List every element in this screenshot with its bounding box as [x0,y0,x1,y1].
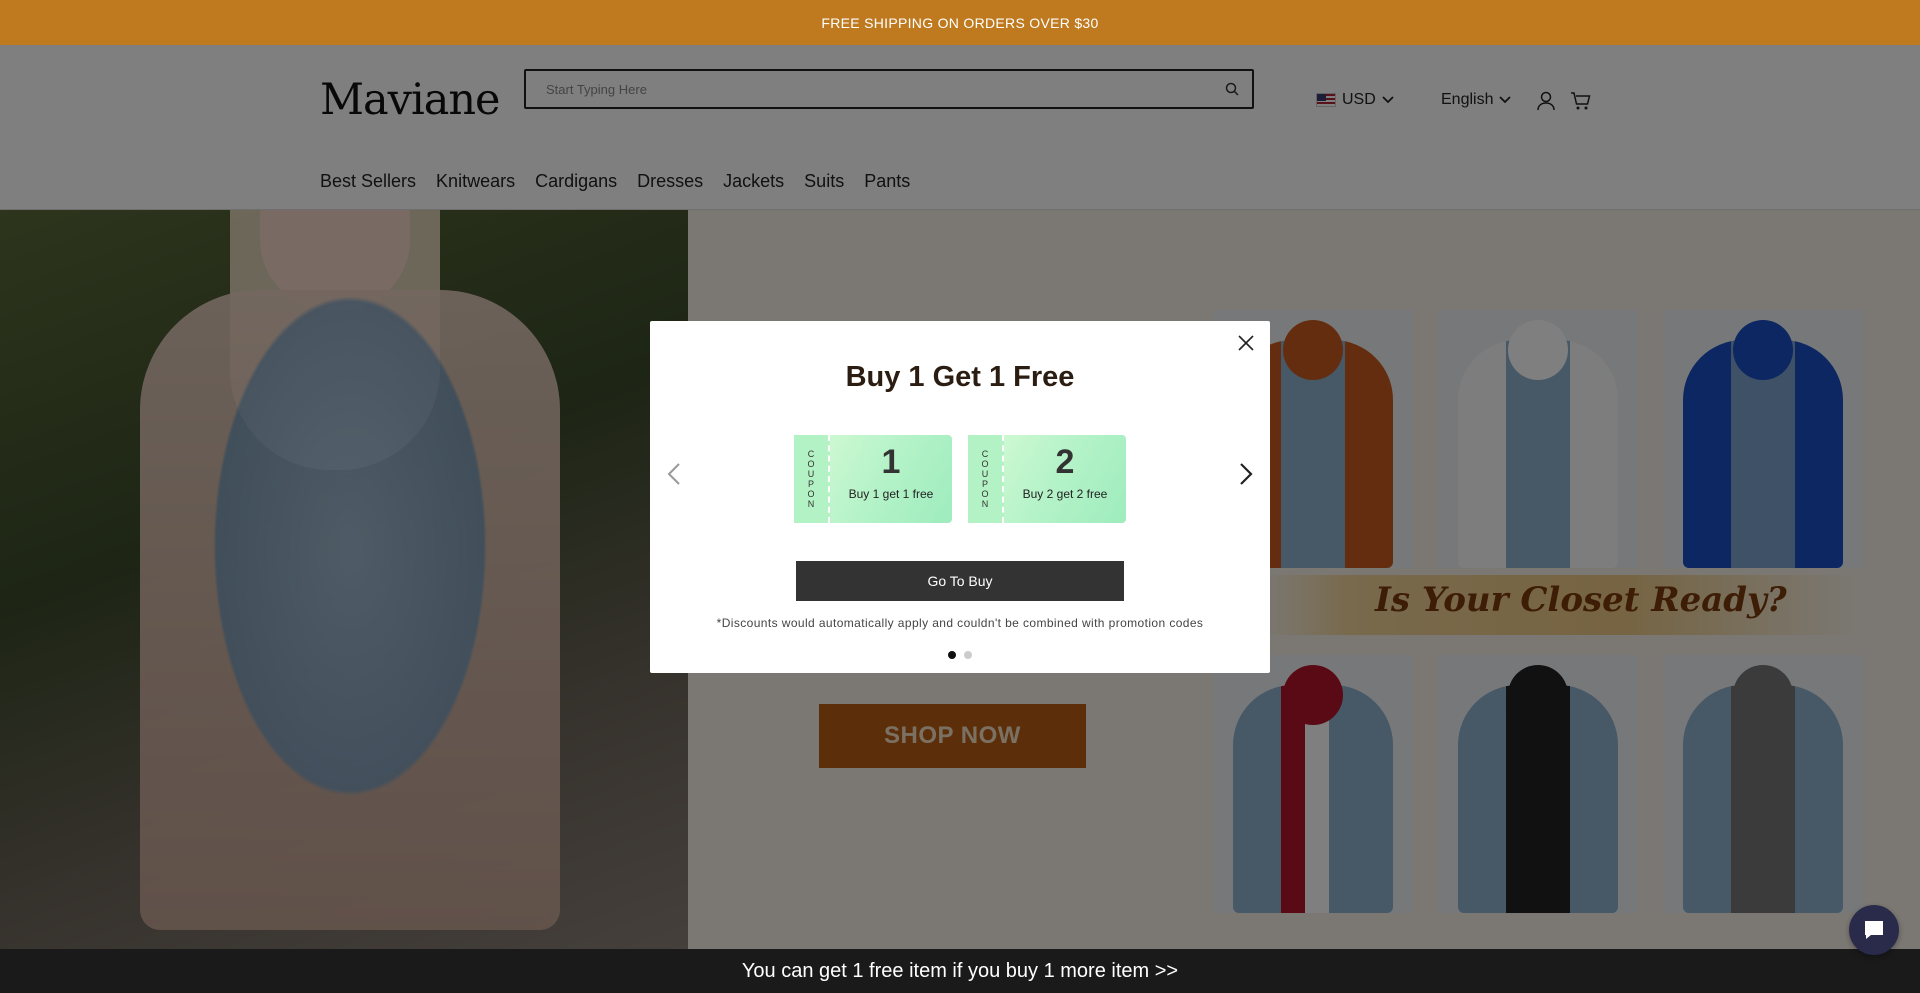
coupon-side-label: COUPON [794,435,830,523]
carousel-dots [650,651,1270,659]
coupon-description: Buy 2 get 2 free [1022,487,1108,501]
announcement-bar: FREE SHIPPING ON ORDERS OVER $30 [0,0,1920,45]
carousel-prev-button[interactable] [662,459,686,489]
coupon-side-text: COUPON [806,449,816,509]
carousel-next-button[interactable] [1234,459,1258,489]
coupon-number: 2 [1055,443,1075,481]
chat-icon [1865,921,1883,939]
coupon-card[interactable]: COUPON 1 Buy 1 get 1 free [794,435,952,523]
close-button[interactable] [1234,331,1258,355]
promo-bottom-bar[interactable]: You can get 1 free item if you buy 1 mor… [0,949,1920,993]
coupon-card[interactable]: COUPON 2 Buy 2 get 2 free [968,435,1126,523]
go-to-buy-button[interactable]: Go To Buy [796,561,1124,601]
coupon-description: Buy 1 get 1 free [848,487,934,501]
chat-button[interactable] [1849,905,1899,955]
discount-disclaimer: *Discounts would automatically apply and… [716,616,1204,630]
chevron-left-icon [667,463,680,485]
coupon-side-label: COUPON [968,435,1004,523]
chevron-right-icon [1240,463,1253,485]
carousel-dot-1[interactable] [948,651,956,659]
close-icon [1238,335,1254,351]
promo-modal: Buy 1 Get 1 Free COUPON 1 Buy 1 get 1 fr… [650,321,1270,673]
carousel-dot-2[interactable] [964,651,972,659]
coupon-side-text: COUPON [980,449,990,509]
modal-title: Buy 1 Get 1 Free [845,361,1075,393]
coupon-number: 1 [881,443,901,481]
